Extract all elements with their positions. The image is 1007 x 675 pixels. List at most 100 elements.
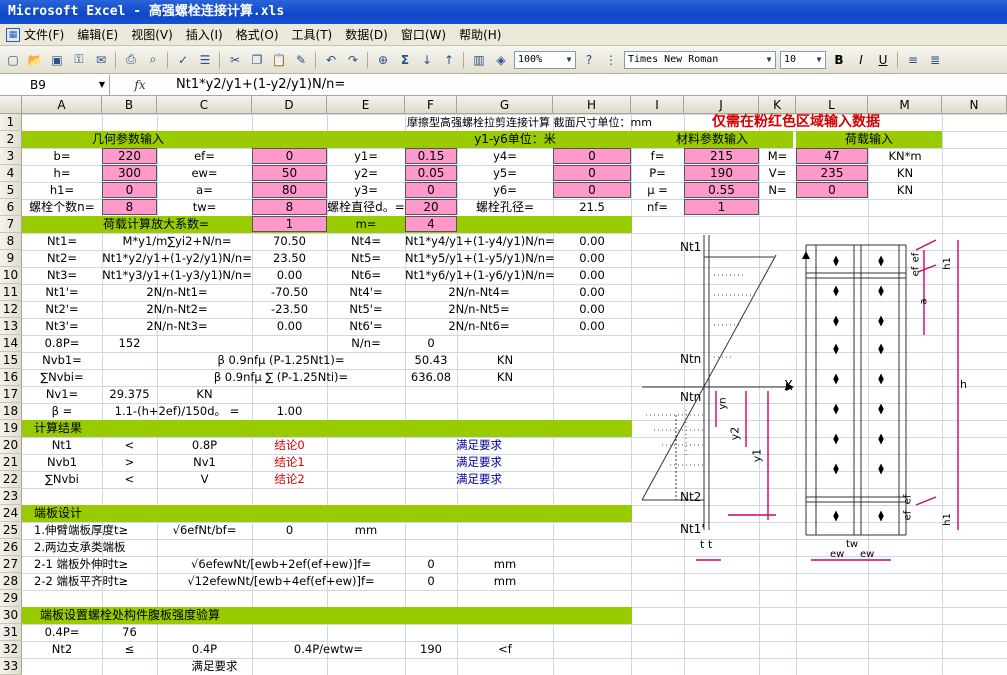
row-header[interactable]: 4 [0,165,22,182]
row-header[interactable]: 6 [0,199,22,216]
hyperlink-icon[interactable]: ⊕ [373,50,393,70]
row-header[interactable]: 5 [0,182,22,199]
row-header[interactable]: 27 [0,556,22,573]
column-header-n[interactable]: N [942,96,1007,114]
spelling-icon[interactable]: ✓ [173,50,193,70]
align-center-icon[interactable]: ≣ [925,50,945,70]
value-nt5-prime[interactable]: 0.00 [553,301,631,318]
row-header[interactable]: 7 [0,216,22,233]
value-nt2[interactable]: 23.50 [252,250,327,267]
input-tw[interactable]: 8 [252,199,327,215]
input-y1[interactable]: 0.15 [405,148,457,164]
row-header[interactable]: 24 [0,505,22,522]
value-sum-nvbi[interactable]: 636.08 [405,369,457,386]
value-nt3-prime[interactable]: 0.00 [252,318,327,335]
value-nt4[interactable]: 0.00 [553,233,631,250]
row-header[interactable]: 14 [0,335,22,352]
paste-icon[interactable]: 📋 [269,50,289,70]
value-n-over-n[interactable]: 0 [405,335,457,352]
value-04p[interactable]: 76 [102,624,157,641]
value-nt3[interactable]: 0.00 [252,267,327,284]
value-nt1[interactable]: 70.50 [252,233,327,250]
underline-button[interactable]: U [873,50,893,70]
value-nvb1[interactable]: 50.43 [405,352,457,369]
input-m-rows[interactable]: 4 [405,216,457,232]
input-bolt-count[interactable]: 8 [102,199,157,215]
row-header[interactable]: 2 [0,131,22,148]
input-y2[interactable]: 0.05 [405,165,457,181]
row-header[interactable]: 30 [0,607,22,624]
row-header[interactable]: 20 [0,437,22,454]
input-ew[interactable]: 50 [252,165,327,181]
help-icon[interactable]: ? [579,50,599,70]
column-header-a[interactable]: A [22,96,102,114]
open-icon[interactable]: 📂 [25,50,45,70]
menu-edit[interactable]: 编辑(E) [71,24,125,46]
row-header[interactable]: 18 [0,403,22,420]
row-header[interactable]: 33 [0,658,22,675]
bold-button[interactable]: B [829,50,849,70]
row-header[interactable]: 26 [0,539,22,556]
row-header[interactable]: 11 [0,284,22,301]
menu-data[interactable]: 数据(D) [339,24,395,46]
fx-icon[interactable]: fx [110,78,170,92]
print-preview-icon[interactable]: ⌕ [143,50,163,70]
italic-button[interactable]: I [851,50,871,70]
undo-icon[interactable]: ↶ [321,50,341,70]
align-left-icon[interactable]: ≡ [903,50,923,70]
column-header-i[interactable]: I [631,96,684,114]
conclusion-1[interactable]: 结论1 [252,454,327,471]
input-v[interactable]: 235 [796,165,868,181]
column-header-c[interactable]: C [157,96,252,114]
menu-window[interactable]: 窗口(W) [395,24,453,46]
input-h[interactable]: 300 [102,165,157,181]
column-header-f[interactable]: F [405,96,457,114]
row-header[interactable]: 1 [0,114,22,131]
menu-format[interactable]: 格式(O) [230,24,286,46]
value-extended[interactable]: 0 [405,556,457,573]
input-mu[interactable]: 0.55 [684,182,759,198]
sort-descending-icon[interactable]: ↑ [439,50,459,70]
row-header[interactable]: 16 [0,369,22,386]
name-box[interactable]: B9 ▼ [0,74,110,95]
input-p[interactable]: 190 [684,165,759,181]
input-n[interactable]: 0 [796,182,868,198]
input-nf[interactable]: 1 [684,199,759,215]
row-header[interactable]: 23 [0,488,22,505]
row-header[interactable]: 15 [0,352,22,369]
input-h1[interactable]: 0 [102,182,157,198]
value-nt6[interactable]: 0.00 [553,267,631,284]
cut-icon[interactable]: ✂ [225,50,245,70]
column-header-m[interactable]: M [868,96,942,114]
column-header-e[interactable]: E [327,96,405,114]
input-y4[interactable]: 0 [553,148,631,164]
permission-icon[interactable]: ⚿ [69,50,89,70]
menu-file[interactable]: ▦ 文件(F) [0,24,71,46]
research-icon[interactable]: ☰ [195,50,215,70]
drawing-icon[interactable]: ◈ [491,50,511,70]
menu-help[interactable]: 帮助(H) [453,24,508,46]
input-b[interactable]: 220 [102,148,157,164]
column-header-h[interactable]: H [553,96,631,114]
input-bolt-diameter[interactable]: 20 [405,199,457,215]
mail-icon[interactable]: ✉ [91,50,111,70]
copy-icon[interactable]: ❐ [247,50,267,70]
value-nv1[interactable]: 29.375 [102,386,157,403]
row-header[interactable]: 28 [0,573,22,590]
menu-view[interactable]: 视图(V) [125,24,180,46]
input-f[interactable]: 215 [684,148,759,164]
chart-wizard-icon[interactable]: ▥ [469,50,489,70]
save-icon[interactable]: ▣ [47,50,67,70]
input-m[interactable]: 47 [796,148,868,164]
menu-insert[interactable]: 插入(I) [180,24,230,46]
input-a[interactable]: 80 [252,182,327,198]
format-painter-icon[interactable]: ✎ [291,50,311,70]
value-nt1-prime[interactable]: -70.50 [252,284,327,301]
value-nt5[interactable]: 0.00 [553,250,631,267]
value-nt6-prime[interactable]: 0.00 [553,318,631,335]
row-header[interactable]: 12 [0,301,22,318]
column-header-d[interactable]: D [252,96,327,114]
row-header[interactable]: 32 [0,641,22,658]
menu-tools[interactable]: 工具(T) [286,24,340,46]
value-08p[interactable]: 152 [102,335,157,352]
